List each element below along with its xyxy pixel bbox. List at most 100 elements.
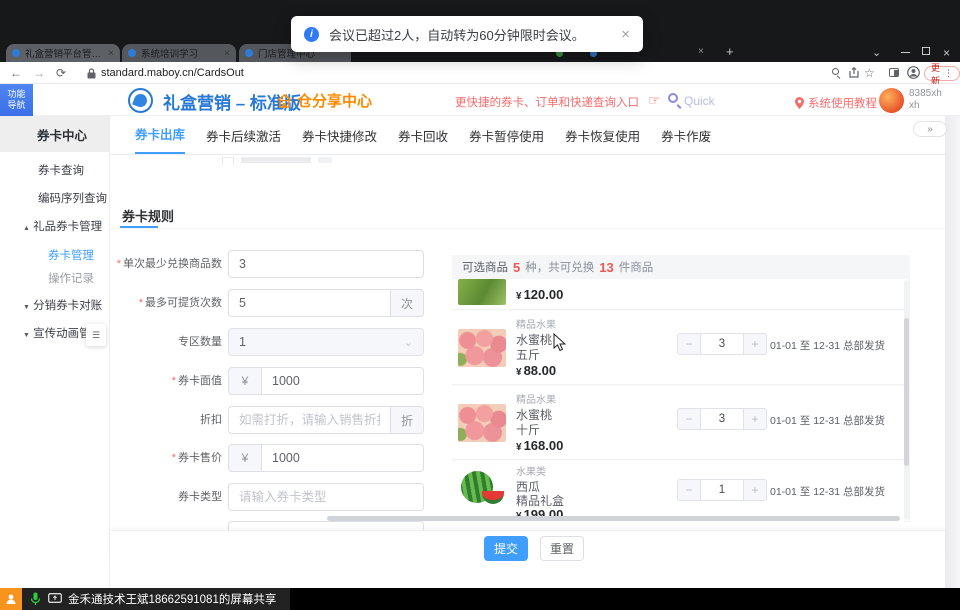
product-category: 精品水果 bbox=[516, 318, 556, 333]
close-icon[interactable]: × bbox=[224, 48, 230, 59]
close-icon[interactable]: × bbox=[943, 46, 950, 60]
star-icon[interactable]: ☆ bbox=[864, 66, 875, 80]
quick-search-icon[interactable] bbox=[668, 93, 678, 103]
location-pin-icon bbox=[795, 97, 804, 109]
tab-card-void[interactable]: 券卡作废 bbox=[661, 126, 711, 154]
info-icon: i bbox=[304, 27, 319, 42]
tutorial-link[interactable]: 系统使用教程 bbox=[795, 95, 877, 111]
discount-input[interactable] bbox=[228, 406, 391, 434]
tab-card-recycle[interactable]: 券卡回收 bbox=[398, 126, 448, 154]
tab-followup-activation[interactable]: 券卡后续激活 bbox=[206, 126, 281, 154]
minus-button[interactable]: − bbox=[677, 408, 701, 430]
minus-button[interactable]: − bbox=[677, 479, 701, 501]
close-icon[interactable]: × bbox=[108, 48, 114, 59]
unit-suffix: 折 bbox=[391, 406, 424, 434]
tab-card-outbound[interactable]: 券卡出库 bbox=[135, 124, 185, 154]
items-count: 13 bbox=[599, 260, 613, 275]
triangle-up-icon: ▲ bbox=[23, 225, 30, 232]
unit-suffix: 次 bbox=[391, 289, 424, 317]
form-row-min-exchange: *单次最少兑换商品数 bbox=[108, 250, 424, 278]
expand-button[interactable]: » bbox=[913, 121, 947, 137]
chevron-down-icon[interactable]: ⌄ bbox=[872, 46, 881, 59]
product-name: 水蜜桃 bbox=[516, 333, 556, 348]
tab-suspend-use[interactable]: 券卡暂停使用 bbox=[469, 126, 544, 154]
sidebar-item-operation-records[interactable]: 操作记录 bbox=[48, 270, 94, 286]
product-spec: 十斤 bbox=[516, 423, 563, 438]
browser-tab[interactable]: 系统培训学习 × bbox=[122, 44, 236, 62]
minimize-icon[interactable] bbox=[901, 52, 910, 53]
delivery-label: 总部发货 bbox=[843, 413, 885, 428]
browser-update-button[interactable]: 更新 ⋮ bbox=[924, 66, 960, 81]
url-bar[interactable]: standard.maboy.cn/CardsOut bbox=[101, 67, 244, 79]
validity-range: 01-01 至 12-31 bbox=[770, 338, 840, 353]
function-nav-button[interactable]: 功能 导航 bbox=[0, 84, 33, 116]
clipped-form-row bbox=[222, 157, 332, 165]
close-icon[interactable]: × bbox=[621, 26, 630, 43]
product-name: 水蜜桃 bbox=[516, 408, 563, 423]
plus-button[interactable]: + bbox=[743, 408, 767, 430]
quantity-input[interactable] bbox=[701, 333, 743, 355]
submit-button[interactable]: 提交 bbox=[484, 536, 528, 561]
forward-icon[interactable]: → bbox=[33, 66, 45, 80]
refresh-icon[interactable]: ⟳ bbox=[56, 66, 66, 80]
sale-price-input[interactable] bbox=[261, 444, 424, 472]
currency-prefix: ¥ bbox=[228, 444, 261, 472]
section-title: 券卡规则 bbox=[122, 206, 174, 225]
product-price: ¥168.00 bbox=[516, 438, 563, 455]
plus-button[interactable]: + bbox=[743, 479, 767, 501]
product-price: ¥88.00 bbox=[516, 363, 556, 380]
form-row-card-type: 券卡类型 bbox=[108, 483, 424, 511]
plus-button[interactable]: + bbox=[743, 333, 767, 355]
lock-icon bbox=[87, 68, 96, 79]
quantity-input[interactable] bbox=[701, 408, 743, 430]
card-tab-bar: 券卡出库 券卡后续激活 券卡快捷修改 券卡回收 券卡暂停使用 券卡恢复使用 券卡… bbox=[110, 116, 945, 155]
face-value-input[interactable] bbox=[261, 367, 424, 395]
share-center-link[interactable]: 仓分享中心 bbox=[277, 90, 372, 111]
house-icon bbox=[277, 94, 292, 108]
share-icon[interactable] bbox=[849, 67, 859, 78]
sidebar-item-gift-card-management[interactable]: ▲ 礼品券卡管理 bbox=[23, 218, 102, 234]
tab-quick-modify[interactable]: 券卡快捷修改 bbox=[302, 126, 377, 154]
user-id: 8385xh xh bbox=[909, 88, 942, 112]
user-avatar[interactable] bbox=[879, 88, 904, 113]
min-exchange-input[interactable] bbox=[228, 250, 424, 278]
product-image bbox=[458, 279, 506, 305]
sidebar-item-distribution-reconciliation[interactable]: ▼ 分销券卡对账 bbox=[23, 297, 102, 313]
currency-prefix: ¥ bbox=[228, 367, 261, 395]
profile-icon[interactable] bbox=[907, 66, 920, 79]
sidebar-collapse-handle[interactable]: ☰ bbox=[86, 324, 106, 346]
product-name: 西瓜 bbox=[516, 480, 564, 494]
product-spec: 五斤 bbox=[516, 348, 556, 363]
back-icon[interactable]: ← bbox=[10, 66, 22, 80]
vertical-scrollbar-thumb[interactable] bbox=[904, 318, 909, 466]
quantity-input[interactable] bbox=[701, 479, 743, 501]
card-type-input[interactable] bbox=[228, 483, 424, 511]
form-row-max-pickup: *最多可提货次数 次 bbox=[108, 289, 424, 317]
tab-resume-use[interactable]: 券卡恢复使用 bbox=[565, 126, 640, 154]
zone-count-select[interactable]: 1 ⌄ bbox=[228, 328, 424, 356]
tab-favicon-icon bbox=[128, 49, 136, 57]
new-tab-icon[interactable]: + bbox=[726, 44, 734, 59]
maximize-icon[interactable] bbox=[922, 47, 930, 55]
product-row-partial: ¥120.00 bbox=[452, 279, 904, 310]
browser-tab[interactable]: 礼盒营销平台管理中心 × bbox=[6, 44, 120, 62]
sidebar-item-card-query[interactable]: 券卡查询 bbox=[38, 162, 84, 178]
validity-range: 01-01 至 12-31 bbox=[770, 413, 840, 428]
page-scrollbar[interactable] bbox=[945, 116, 960, 588]
reset-button[interactable]: 重置 bbox=[540, 536, 584, 561]
quick-link[interactable]: Quick bbox=[684, 94, 715, 108]
pointing-hand-icon: ☞ bbox=[648, 92, 661, 109]
zoom-icon[interactable] bbox=[832, 68, 839, 75]
mouse-cursor-icon bbox=[553, 333, 566, 352]
minus-button[interactable]: − bbox=[677, 333, 701, 355]
product-summary: 可选商品 5 种，共可兑换 13 件商品 bbox=[452, 255, 910, 279]
max-pickup-input[interactable] bbox=[228, 289, 391, 317]
tab-favicon-icon bbox=[12, 49, 20, 57]
sidebar-item-code-sequence-query[interactable]: 编码序列查询 bbox=[38, 190, 107, 206]
sidebar-item-card-management[interactable]: 券卡管理 bbox=[48, 247, 94, 263]
sidebar bbox=[0, 116, 110, 588]
form-row-zone-count: 专区数量 1 ⌄ bbox=[108, 328, 424, 356]
horizontal-scrollbar-thumb[interactable] bbox=[327, 516, 900, 521]
delivery-label: 总部发货 bbox=[843, 484, 885, 499]
close-icon[interactable]: × bbox=[698, 46, 704, 57]
